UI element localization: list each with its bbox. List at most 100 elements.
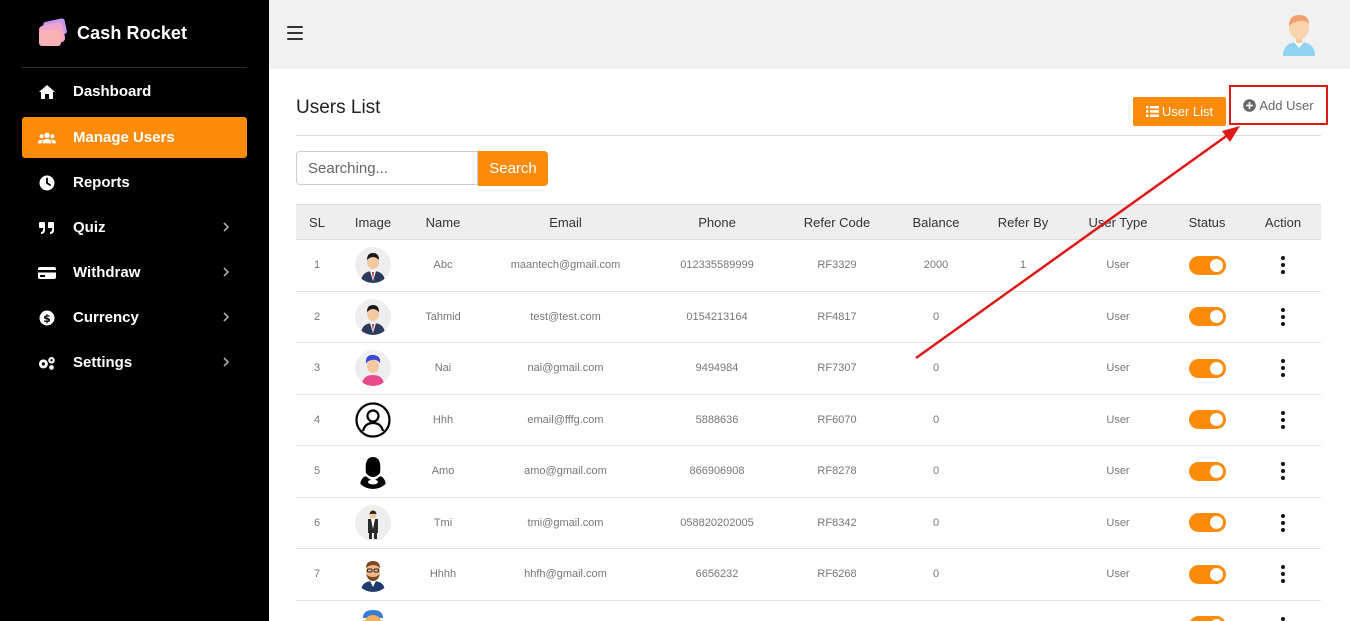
cell-phone [653,600,781,621]
list-icon [1145,106,1159,117]
status-toggle[interactable] [1188,358,1226,378]
cell-email: amo@gmail.com [478,445,653,498]
status-toggle[interactable] [1188,461,1226,481]
users-table: SL Image Name Email Phone Refer Code Bal… [296,204,1321,621]
sidebar: Cash Rocket Dashboard Manage Users Repor… [0,0,269,621]
sidebar-item-withdraw[interactable]: Withdraw [22,252,247,293]
table-row: 3 Nai nai@gmail.com 9494984 RF7307 0 Use… [296,342,1321,395]
sidebar-item-label: Currency [73,309,139,326]
sidebar-item-manage-users[interactable]: Manage Users [22,117,247,158]
cell-email: nai@gmail.com [478,342,653,395]
cell-refer-code: RF4817 [781,291,893,343]
user-list-button[interactable]: User List [1133,97,1226,126]
cell-phone: 0154213164 [653,291,781,343]
more-actions-icon[interactable] [1280,565,1286,584]
column-header[interactable]: Balance [893,204,979,240]
column-header[interactable]: Refer By [979,204,1067,240]
sidebar-divider [22,67,247,68]
chevron-right-icon [223,222,230,232]
cell-refer-by: 1 [979,239,1067,292]
chevron-right-icon [223,267,230,277]
search-button[interactable]: Search [478,151,548,186]
cell-refer-by [979,445,1067,498]
add-user-button[interactable]: Add User [1229,85,1328,125]
column-header[interactable]: Status [1169,204,1245,240]
cell-balance: 0 [893,291,979,343]
chevron-right-icon [223,357,230,367]
cell-refer-code: RF7307 [781,342,893,395]
cell-sl: 5 [296,445,338,498]
cell-name [408,600,478,621]
sidebar-item-quiz[interactable]: Quiz [22,207,247,248]
table-row: 1 Abc maantech@gmail.com 012335589999 RF… [296,239,1321,292]
cell-user-type: User [1067,394,1169,446]
cell-balance: 0 [893,497,979,549]
status-toggle[interactable] [1188,564,1226,584]
cell-sl: 4 [296,394,338,446]
plus-circle-icon [1243,98,1257,112]
sidebar-item-label: Settings [73,354,133,371]
main-content: Users List User List Add User Search SL … [269,69,1350,621]
sidebar-item-label: Reports [73,174,130,191]
more-actions-icon[interactable] [1280,359,1286,378]
cell-email: tmi@gmail.com [478,497,653,549]
cell-name: Amo [408,445,478,498]
cell-refer-code: RF8278 [781,445,893,498]
cell-refer-by [979,548,1067,601]
column-header[interactable]: Refer Code [781,204,893,240]
hamburger-menu-icon[interactable] [287,26,303,40]
cell-refer-code: RF8342 [781,497,893,549]
table-row: 7 Hhhh hhfh@gmail.com 6656232 RF6268 0 U… [296,548,1321,601]
user-avatar [355,556,391,593]
cell-refer-code [781,600,893,621]
status-toggle[interactable] [1188,513,1226,533]
column-header[interactable]: Name [408,204,478,240]
cell-user-type: User [1067,342,1169,395]
clock-icon [38,174,56,192]
cell-refer-by [979,291,1067,343]
status-toggle[interactable] [1188,255,1226,275]
table-row: 6 Tmi tmi@gmail.com 058820202005 RF8342 … [296,497,1321,549]
more-actions-icon[interactable] [1280,256,1286,275]
table-row: 5 Amo amo@gmail.com 866906908 RF8278 0 U… [296,445,1321,498]
cell-name: Nai [408,342,478,395]
page-title: Users List [296,97,381,118]
column-header[interactable]: Action [1245,204,1321,240]
sidebar-item-settings[interactable]: Settings [22,342,247,383]
more-actions-icon[interactable] [1280,410,1286,429]
cell-balance: 0 [893,445,979,498]
cell-refer-by [979,497,1067,549]
search-input[interactable] [296,151,478,185]
column-header[interactable]: SL [296,204,338,240]
home-icon [38,83,56,101]
table-row: 4 Hhh email@fffg.com 5888636 RF6070 0 Us… [296,394,1321,446]
brand[interactable]: Cash Rocket [38,16,187,50]
status-toggle[interactable] [1188,410,1226,430]
more-actions-icon[interactable] [1280,616,1286,621]
profile-avatar[interactable] [1281,12,1317,56]
sidebar-item-currency[interactable]: $ Currency [22,297,247,338]
cell-refer-code: RF6070 [781,394,893,446]
cell-phone: 9494984 [653,342,781,395]
more-actions-icon[interactable] [1280,462,1286,481]
table-row [296,600,1321,621]
column-header[interactable]: User Type [1067,204,1169,240]
quote-icon [38,219,56,237]
cell-phone: 058820202005 [653,497,781,549]
more-actions-icon[interactable] [1280,513,1286,532]
status-toggle[interactable] [1188,307,1226,327]
cell-refer-by [979,342,1067,395]
cell-user-type: User [1067,239,1169,292]
credit-card-icon [38,264,56,282]
user-avatar [355,607,391,621]
sidebar-item-dashboard[interactable]: Dashboard [22,71,247,112]
more-actions-icon[interactable] [1280,307,1286,326]
cell-sl: 3 [296,342,338,395]
status-toggle[interactable] [1188,616,1226,621]
sidebar-item-reports[interactable]: Reports [22,162,247,203]
column-header[interactable]: Phone [653,204,781,240]
cell-email: email@fffg.com [478,394,653,446]
column-header[interactable]: Email [478,204,653,240]
column-header[interactable]: Image [338,204,408,240]
add-user-label: Add User [1259,97,1314,113]
